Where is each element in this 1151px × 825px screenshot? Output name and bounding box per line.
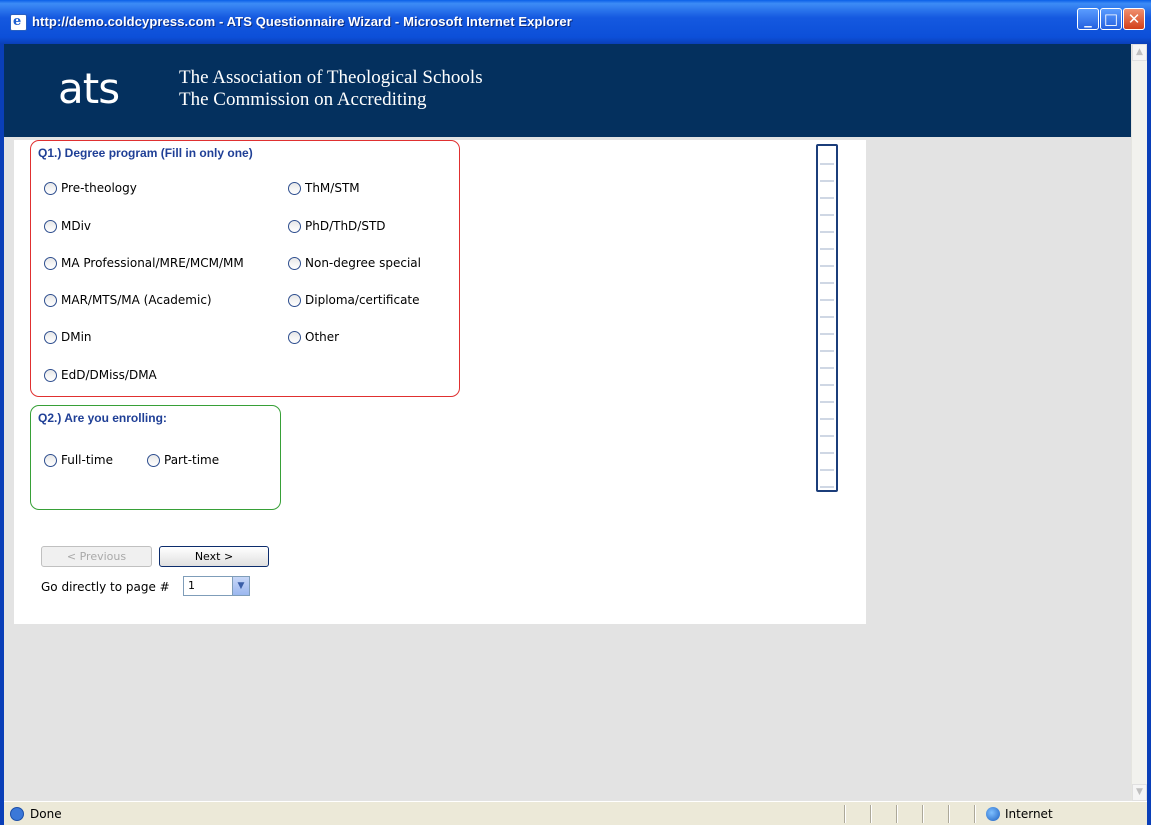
vertical-scrollbar[interactable]: ▲ ▼ — [1131, 44, 1147, 801]
banner-title: The Association of Theological Schools — [179, 67, 483, 88]
question-2-box: Q2.) Are you enrolling: Full-time Part-t… — [30, 405, 281, 510]
option-other[interactable]: Other — [288, 330, 339, 344]
window-frame-right — [1147, 44, 1151, 825]
minimize-icon: _ — [1084, 10, 1092, 28]
question-1-box: Q1.) Degree program (Fill in only one) P… — [30, 140, 460, 397]
globe-icon — [986, 807, 1000, 821]
radio-button[interactable] — [44, 453, 57, 467]
window-titlebar: e http://demo.coldcypress.com - ATS Ques… — [0, 0, 1151, 44]
status-divider — [922, 805, 924, 823]
radio-button[interactable] — [288, 293, 301, 307]
option-phd-thd-std[interactable]: PhD/ThD/STD — [288, 219, 386, 233]
question-1-title: Q1.) Degree program (Fill in only one) — [38, 146, 253, 160]
site-banner: ats The Association of Theological Schoo… — [4, 44, 1131, 137]
goto-page-value: 1 — [188, 579, 195, 592]
previous-button[interactable]: < Previous — [41, 546, 152, 567]
status-divider — [948, 805, 950, 823]
option-mdiv[interactable]: MDiv — [44, 219, 91, 233]
radio-button[interactable] — [44, 256, 57, 270]
status-text: Done — [30, 807, 62, 821]
goto-page-label: Go directly to page # — [41, 580, 170, 594]
radio-button[interactable] — [288, 181, 301, 195]
radio-button[interactable] — [44, 368, 57, 382]
radio-button[interactable] — [44, 219, 57, 233]
radio-button[interactable] — [147, 453, 160, 467]
scroll-up-icon[interactable]: ▲ — [1132, 44, 1147, 61]
ats-logo: ats — [58, 64, 120, 113]
status-bar: Done Internet — [4, 801, 1147, 825]
status-divider — [870, 805, 872, 823]
option-thm-stm[interactable]: ThM/STM — [288, 181, 360, 195]
questionnaire-panel: Q1.) Degree program (Fill in only one) P… — [14, 140, 866, 624]
option-full-time[interactable]: Full-time — [44, 453, 113, 467]
option-dmin[interactable]: DMin — [44, 330, 92, 344]
close-button[interactable]: ✕ — [1123, 8, 1145, 30]
progress-cells — [820, 148, 834, 488]
maximize-button[interactable]: □ — [1100, 8, 1122, 30]
goto-page-select[interactable]: 1 ▼ — [183, 576, 250, 596]
minimize-button[interactable]: _ — [1077, 8, 1099, 30]
status-divider — [896, 805, 898, 823]
progress-indicator — [816, 144, 838, 492]
ie-document-icon: e — [10, 14, 27, 31]
scroll-down-icon[interactable]: ▼ — [1132, 784, 1147, 801]
question-2-title: Q2.) Are you enrolling: — [38, 411, 167, 425]
maximize-icon: □ — [1103, 10, 1119, 28]
radio-button[interactable] — [44, 293, 57, 307]
close-icon: ✕ — [1127, 10, 1141, 28]
option-diploma-certificate[interactable]: Diploma/certificate — [288, 293, 420, 307]
security-zone-label: Internet — [1005, 807, 1053, 821]
status-divider — [974, 805, 976, 823]
option-ma-professional[interactable]: MA Professional/MRE/MCM/MM — [44, 256, 244, 270]
radio-button[interactable] — [288, 219, 301, 233]
radio-button[interactable] — [44, 330, 57, 344]
option-part-time[interactable]: Part-time — [147, 453, 219, 467]
banner-subtitle: The Commission on Accrediting — [179, 89, 427, 110]
status-divider — [844, 805, 846, 823]
window-title: http://demo.coldcypress.com - ATS Questi… — [32, 14, 572, 29]
chevron-down-icon[interactable]: ▼ — [232, 577, 249, 595]
radio-button[interactable] — [288, 256, 301, 270]
option-edd-dmiss-dma[interactable]: EdD/DMiss/DMA — [44, 368, 157, 382]
option-pre-theology[interactable]: Pre-theology — [44, 181, 137, 195]
ie-page-icon — [10, 807, 24, 821]
option-mar-mts-ma[interactable]: MAR/MTS/MA (Academic) — [44, 293, 212, 307]
next-button[interactable]: Next > — [159, 546, 269, 567]
radio-button[interactable] — [44, 181, 57, 195]
option-non-degree-special[interactable]: Non-degree special — [288, 256, 421, 270]
radio-button[interactable] — [288, 330, 301, 344]
